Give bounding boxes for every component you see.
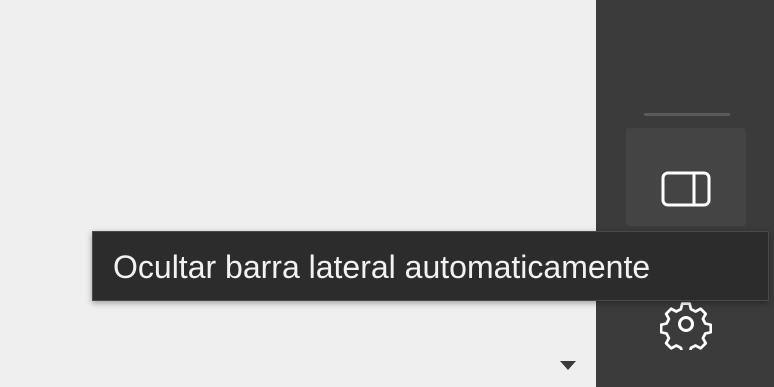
sidebar-divider bbox=[644, 113, 730, 116]
main-content-area bbox=[0, 0, 596, 387]
sidebar-panel-icon bbox=[661, 171, 711, 207]
auto-hide-sidebar-button[interactable] bbox=[626, 128, 746, 226]
tooltip: Ocultar barra lateral automaticamente bbox=[92, 231, 769, 301]
settings-button[interactable] bbox=[646, 296, 726, 356]
caret-down-icon[interactable] bbox=[560, 361, 576, 370]
gear-icon bbox=[660, 302, 712, 350]
